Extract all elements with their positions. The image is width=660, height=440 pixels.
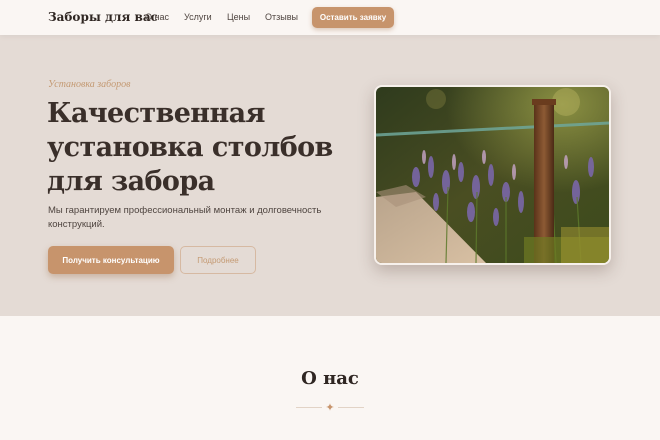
divider-line-left <box>296 407 322 408</box>
divider-line-right <box>338 407 364 408</box>
hero-eyebrow: Установка заборов <box>48 79 131 90</box>
nav-link-about[interactable]: О нас <box>145 12 169 22</box>
more-button[interactable]: Подробнее <box>180 246 256 274</box>
nav-link-prices[interactable]: Цены <box>227 12 250 22</box>
brand-logo[interactable]: Заборы для вас <box>48 10 158 24</box>
nav-link-services[interactable]: Услуги <box>184 12 212 22</box>
fence-post-lavender-image <box>376 87 609 263</box>
hero-subtitle: Мы гарантируем профессиональный монтаж и… <box>48 205 322 230</box>
site-header: Заборы для вас О нас Услуги Цены Отзывы … <box>0 0 660 35</box>
hero-title: Качественная установка столбов для забор… <box>47 98 333 197</box>
star-icon: ✦ <box>325 402 335 414</box>
request-button[interactable]: Оставить заявку <box>312 7 394 28</box>
hero-section: Установка заборов Качественная установка… <box>0 35 660 316</box>
nav-link-reviews[interactable]: Отзывы <box>265 12 298 22</box>
about-title: О нас <box>301 368 359 389</box>
consultation-button[interactable]: Получить консультацию <box>48 246 174 274</box>
hero-photo <box>374 85 611 265</box>
